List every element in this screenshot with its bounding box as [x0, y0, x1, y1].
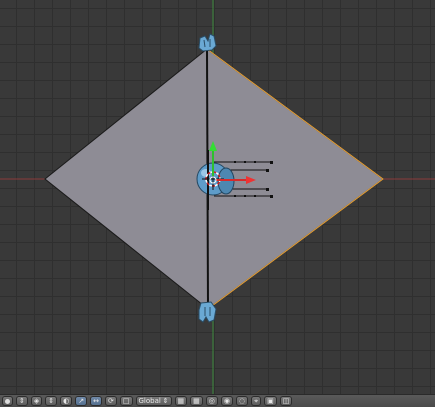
layer-icon-2[interactable]: ▦	[190, 396, 203, 406]
snap-target-icon[interactable]: ⌖	[251, 396, 262, 406]
editor-menu-arrows-icon[interactable]: ⇕	[16, 396, 28, 406]
translate-icon[interactable]: ↔	[90, 396, 102, 406]
scale-icon[interactable]: □	[119, 396, 133, 406]
snap-icon[interactable]: ◉	[220, 396, 233, 406]
layer-icon[interactable]: ▦	[174, 396, 188, 406]
rotate-icon[interactable]: ⟳	[105, 396, 117, 406]
view-sphere-icon[interactable]	[2, 396, 13, 406]
viewport-header: ⇕ ◈ ⇕ ◐ ↗ ↔ ⟳ □ Global ⇕ ▦ ▦ ◎ ◉ ◌ ⌖ ▣ ◫	[0, 394, 435, 407]
proportional-edit-icon[interactable]: ◌	[235, 396, 249, 406]
bottom-object[interactable]	[198, 301, 217, 323]
pivot-icon[interactable]: ◎	[205, 396, 218, 406]
transform-orientation-select[interactable]: Global ⇕	[135, 396, 172, 406]
object-mode-icon[interactable]: ◈	[30, 396, 43, 406]
menu-arrows-icon[interactable]: ⇕	[45, 396, 58, 406]
3d-viewport[interactable]	[0, 0, 435, 394]
transform-orientation-label: Global	[138, 396, 161, 405]
camera-icon[interactable]: ◫	[279, 396, 293, 406]
manipulator-icon[interactable]: ↗	[75, 396, 88, 406]
viewport-scene[interactable]	[0, 0, 435, 394]
render-icon[interactable]: ▣	[264, 396, 277, 406]
chevron-updown-icon: ⇕	[162, 396, 169, 405]
top-object[interactable]	[198, 33, 217, 52]
shading-icon[interactable]: ◐	[60, 396, 73, 406]
